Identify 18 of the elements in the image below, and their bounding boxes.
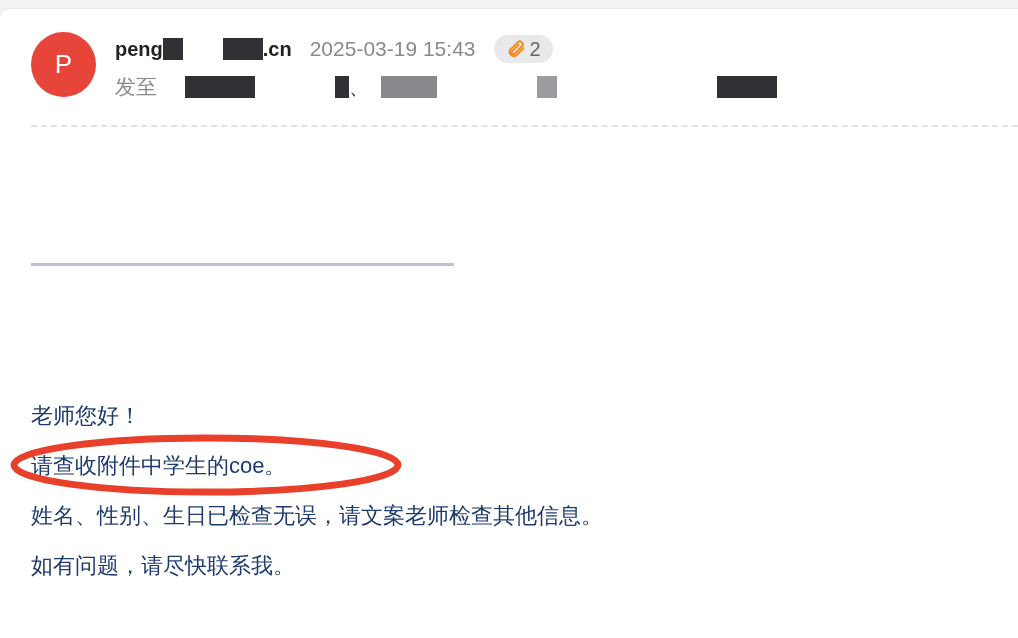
body-text: 请查收附件中学生的coe。 <box>31 451 287 480</box>
recipients-label: 发至 <box>115 74 157 101</box>
redaction-block <box>335 76 349 98</box>
redaction-block <box>162 38 183 60</box>
sent-date: 2025-03-19 15:43 <box>309 36 476 63</box>
sender-name: peng <box>115 37 163 62</box>
redaction-block <box>185 76 255 98</box>
body-text: 姓名、性别、生日已检查无误，请文案老师检查其他信息。 <box>31 501 603 530</box>
attachment-badge[interactable]: 2 <box>493 35 553 63</box>
body-text: 如有问题，请尽快联系我。 <box>31 551 295 580</box>
redaction-block <box>222 38 263 60</box>
body-text: 老师您好！ <box>31 401 141 430</box>
redaction-block <box>717 76 777 98</box>
recipient-separator: 、 <box>349 75 369 100</box>
redaction-block <box>381 76 437 98</box>
redaction-block <box>537 76 557 98</box>
sender-domain: .cn <box>262 37 292 62</box>
sender-avatar: P <box>31 32 96 97</box>
